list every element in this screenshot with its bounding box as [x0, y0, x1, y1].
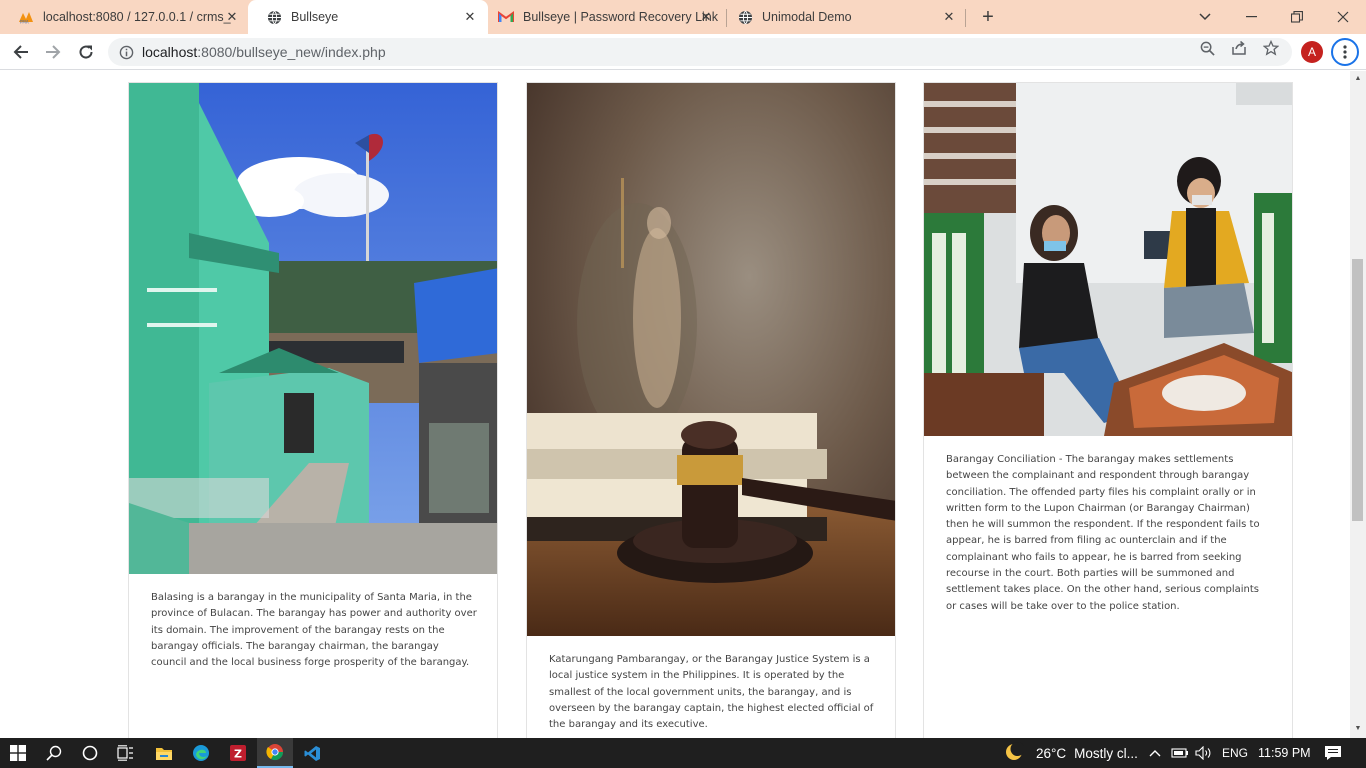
tab-strip: PMA localhost:8080 / 127.0.0.1 / crms_ ✕… — [0, 0, 1366, 34]
url-text: localhost:8080/bullseye_new/index.php — [142, 44, 386, 60]
tab-search-chevron-icon[interactable] — [1182, 0, 1228, 34]
justice-gavel-image — [527, 83, 895, 636]
page-viewport: Balasing is a barangay in the municipali… — [0, 71, 1350, 738]
site-info-icon[interactable] — [118, 44, 134, 60]
battery-icon[interactable] — [1171, 738, 1189, 768]
phpmyadmin-icon: PMA — [18, 9, 34, 25]
tab-unimodal[interactable]: Unimodal Demo ✕ — [727, 0, 965, 34]
edge-browser-icon[interactable] — [183, 738, 219, 768]
file-explorer-icon[interactable] — [146, 738, 182, 768]
card-description: Katarungang Pambarangay, or the Barangay… — [549, 654, 874, 731]
weather-widget[interactable]: 26°C Mostly cl... — [1004, 738, 1138, 768]
minimize-button[interactable] — [1228, 0, 1274, 34]
globe-icon — [266, 9, 282, 25]
new-tab-button[interactable]: + — [976, 5, 1000, 29]
tab-separator — [965, 9, 966, 27]
svg-text:Z: Z — [234, 748, 242, 761]
show-hidden-icons-chevron-icon[interactable] — [1149, 738, 1161, 768]
address-bar[interactable]: localhost:8080/bullseye_new/index.php — [108, 38, 1292, 66]
tab-title: Bullseye — [291, 10, 339, 24]
weather-temperature: 26°C — [1036, 745, 1067, 761]
search-icon[interactable] — [36, 738, 72, 768]
notifications-icon[interactable] — [1324, 738, 1342, 768]
conciliation-meeting-image — [924, 83, 1292, 436]
cortana-icon[interactable] — [72, 738, 108, 768]
back-button[interactable] — [8, 39, 34, 65]
chrome-browser-icon[interactable] — [257, 738, 293, 768]
share-icon[interactable] — [1231, 40, 1247, 56]
url-path: :8080/bullseye_new/index.php — [197, 44, 386, 60]
gmail-icon — [498, 9, 514, 25]
windows-start-icon[interactable] — [0, 738, 36, 768]
tab-bullseye[interactable]: Bullseye ✕ — [248, 0, 488, 34]
profile-avatar[interactable]: A — [1301, 41, 1323, 63]
close-tab-icon[interactable]: ✕ — [224, 9, 240, 25]
info-card: Katarungang Pambarangay, or the Barangay… — [526, 82, 896, 738]
weather-description: Mostly cl... — [1074, 745, 1138, 761]
filezilla-icon[interactable]: Z — [220, 738, 256, 768]
info-card: Balasing is a barangay in the municipali… — [128, 82, 498, 738]
clock[interactable]: 11:59 PM — [1258, 738, 1311, 768]
restore-button[interactable] — [1274, 0, 1320, 34]
browser-toolbar: localhost:8080/bullseye_new/index.php A — [0, 34, 1366, 70]
zoom-icon[interactable] — [1199, 40, 1215, 56]
scroll-up-arrow-icon[interactable]: ▲ — [1354, 75, 1362, 83]
close-tab-icon[interactable]: ✕ — [462, 9, 478, 25]
close-tab-icon[interactable]: ✕ — [941, 9, 957, 25]
close-window-button[interactable] — [1320, 0, 1366, 34]
task-view-icon[interactable] — [108, 738, 144, 768]
forward-button[interactable] — [40, 39, 66, 65]
browser-menu-icon[interactable] — [1331, 38, 1359, 66]
tab-title: Unimodal Demo — [762, 10, 852, 24]
tab-phpmyadmin[interactable]: PMA localhost:8080 / 127.0.0.1 / crms_ ✕ — [0, 0, 248, 34]
close-tab-icon[interactable]: ✕ — [698, 9, 714, 25]
bookmark-star-icon[interactable] — [1263, 40, 1279, 56]
card-description: Balasing is a barangay in the municipali… — [151, 592, 477, 669]
moon-weather-icon — [1004, 741, 1025, 765]
language-indicator[interactable]: ENG — [1222, 738, 1248, 768]
page-scrollbar[interactable]: ▲ ▼ — [1350, 71, 1366, 738]
tab-title: localhost:8080 / 127.0.0.1 / crms_ — [43, 10, 231, 24]
scrollbar-thumb[interactable] — [1352, 259, 1363, 521]
tab-gmail[interactable]: Bullseye | Password Recovery Link ✕ — [488, 0, 726, 34]
windows-taskbar: Z 26°C Mostly cl... ENG 11:59 PM — [0, 738, 1366, 768]
tab-title: Bullseye | Password Recovery Link — [523, 10, 718, 24]
url-host: localhost — [142, 44, 198, 60]
info-card: Barangay Conciliation - The barangay mak… — [923, 82, 1293, 738]
volume-icon[interactable] — [1195, 738, 1213, 768]
card-description: Barangay Conciliation - The barangay mak… — [946, 454, 1260, 612]
vscode-icon[interactable] — [294, 738, 330, 768]
scroll-down-arrow-icon[interactable]: ▼ — [1354, 725, 1362, 733]
reload-button[interactable] — [73, 39, 99, 65]
globe-icon — [737, 9, 753, 25]
barangay-hall-image — [129, 83, 497, 574]
svg-text:PMA: PMA — [20, 20, 29, 25]
